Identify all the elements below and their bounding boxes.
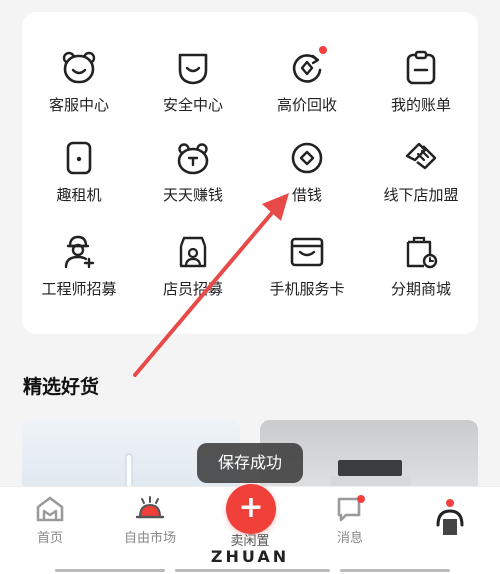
tab-home[interactable]: 首页 [0,495,100,546]
tab-messages[interactable]: 消息 [300,495,400,546]
handshake-icon [405,142,437,170]
service-label: 借钱 [291,186,322,204]
bear-face-icon [62,51,96,84]
home-indicator [55,569,165,572]
service-engineer-recruit[interactable]: 工程师招募 [22,234,136,299]
shield-smile-icon [178,53,208,85]
service-rent-phone[interactable]: 趣租机 [22,140,136,205]
service-daily-earn[interactable]: 天天赚钱 [136,140,250,205]
service-label: 手机服务卡 [269,280,345,298]
service-my-bills[interactable]: 我的账单 [364,50,478,115]
home-icon [36,496,64,522]
notification-dot [319,46,327,54]
plus-icon: + [238,490,264,525]
toast-message: 保存成功 [197,443,303,483]
section-title: 精选好货 [23,376,100,398]
clipboard-bill-icon [406,50,436,85]
service-offline-store-franchise[interactable]: 线下店加盟 [364,140,478,205]
service-installment-mall[interactable]: 分期商城 [364,234,478,299]
watermark: ZHUAN [210,547,290,566]
service-customer-center[interactable]: 客服中心 [22,50,136,115]
service-label: 安全中心 [162,96,223,114]
installment-bag-icon [406,236,438,269]
service-label: 高价回收 [276,96,337,114]
piggy-bear-icon [177,143,209,175]
sell-idle-button[interactable]: + [226,484,276,534]
service-clerk-recruit[interactable]: 店员招募 [136,234,250,299]
coin-diamond-icon [291,142,323,174]
service-card-icon [290,237,324,267]
service-phone-service-card[interactable]: 手机服务卡 [250,234,364,299]
tab-label: 自由市场 [123,531,176,546]
tab-free-market[interactable]: 自由市场 [100,495,200,546]
service-borrow-money[interactable]: 借钱 [250,140,364,205]
service-label: 店员招募 [162,280,223,298]
service-label: 趣租机 [56,186,102,204]
service-label: 分期商城 [390,280,451,298]
service-label: 天天赚钱 [162,186,223,204]
profile-icon [436,499,464,535]
store-staff-icon [179,236,207,268]
home-indicator [175,569,330,572]
tab-label: 首页 [36,531,63,546]
service-label: 工程师招募 [41,280,117,298]
market-dome-icon [135,496,165,519]
tab-label: 消息 [336,531,363,546]
service-high-price-recycle[interactable]: 高价回收 [250,46,364,115]
message-bubble-icon [337,495,365,522]
service-label: 客服中心 [48,96,109,114]
services-card: 客服中心 安全中心 高价回收 我的账单 趣租机 天天赚钱 借钱 线下店加盟 工程… [22,12,478,334]
home-indicator [340,569,450,572]
engineer-add-icon [64,235,95,269]
tab-profile[interactable] [400,495,500,535]
service-label: 线下店加盟 [383,186,459,204]
phone-icon [66,141,92,175]
recycle-icon [292,54,322,83]
service-security-center[interactable]: 安全中心 [136,50,250,115]
service-label: 我的账单 [390,96,451,114]
